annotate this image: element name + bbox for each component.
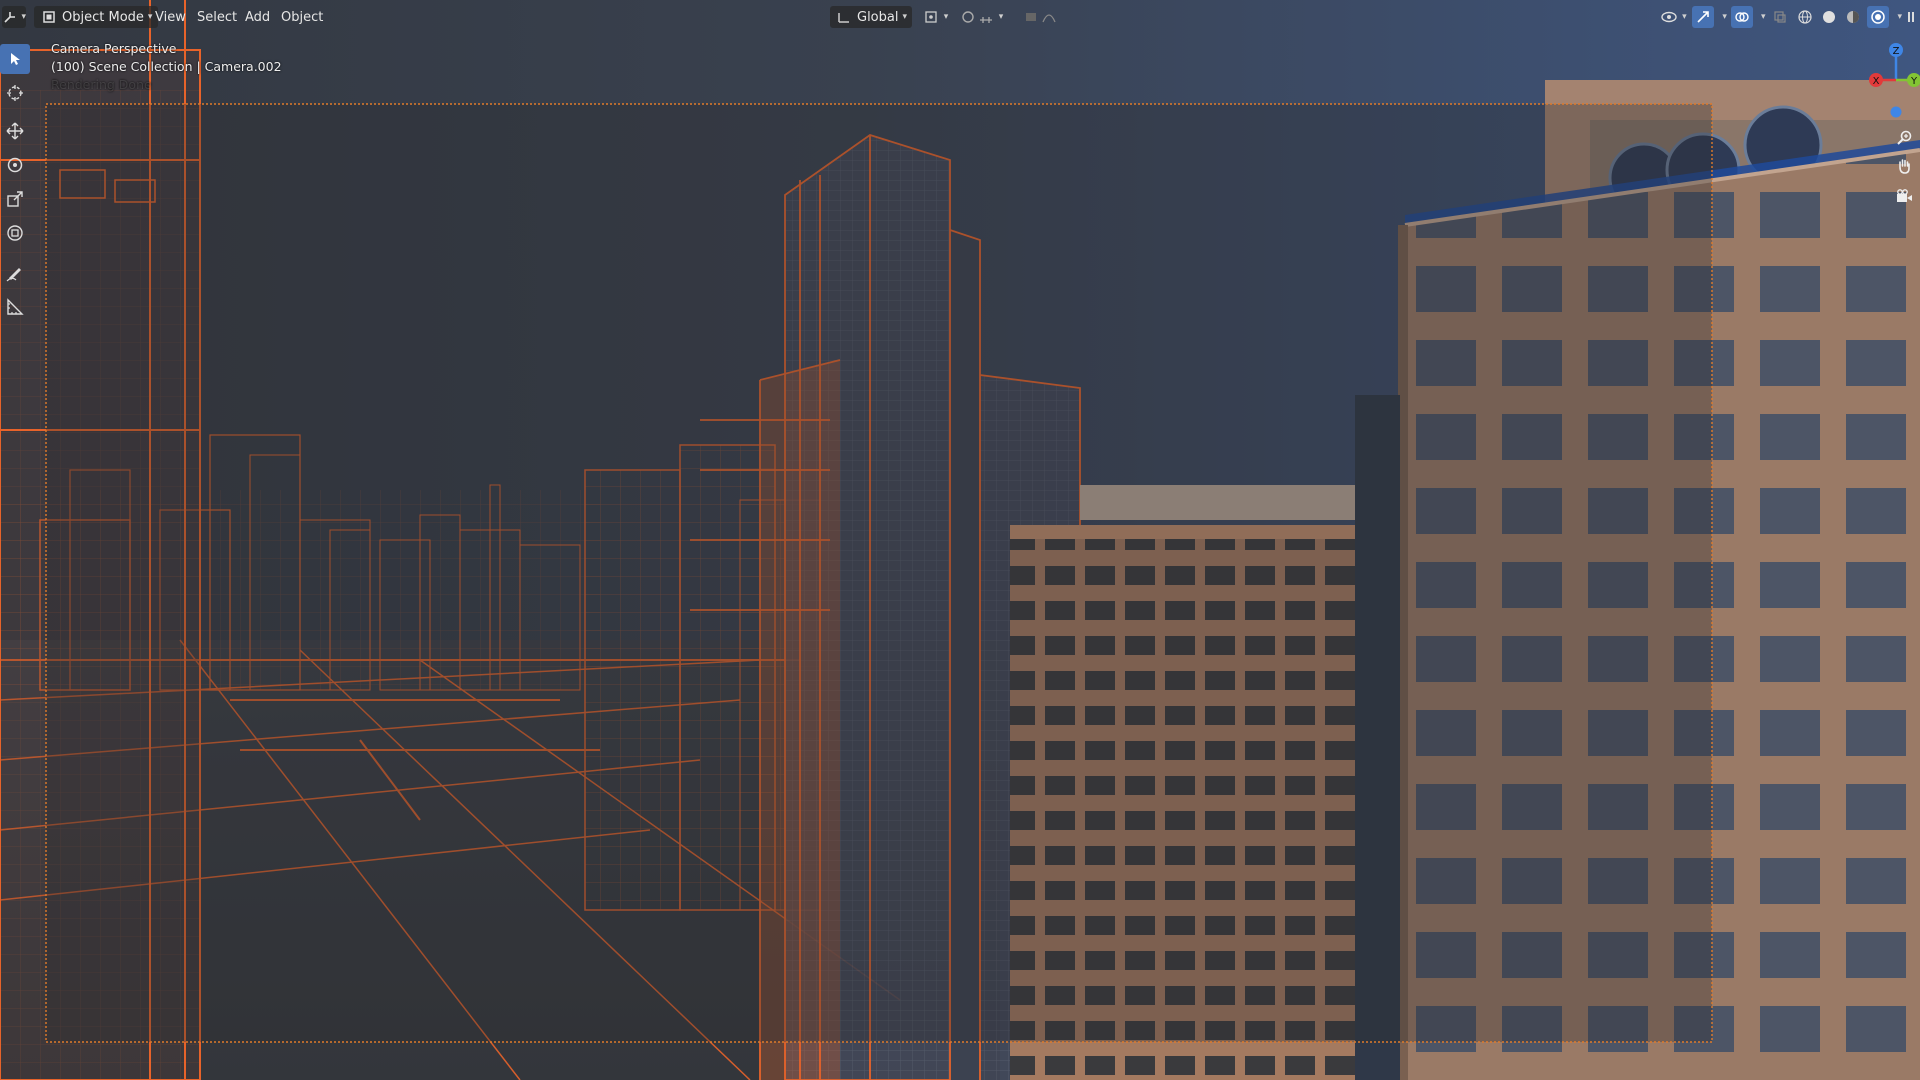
mode-label: Object Mode [62, 9, 144, 25]
tool-shelf [0, 40, 34, 322]
render-status: Rendering Done [51, 77, 152, 92]
viewport-shading-controls: ▾ ▾ ▾ ▾ [1658, 6, 1916, 28]
chevron-down-icon[interactable]: ▾ [1761, 12, 1766, 22]
orientation-axes-icon [835, 8, 853, 26]
chevron-down-icon: ▾ [21, 12, 26, 22]
orientation-label: Global [857, 9, 899, 25]
tool-annotate[interactable] [0, 258, 30, 288]
pause-bars-icon [1906, 8, 1916, 26]
mode-dropdown[interactable]: Object Mode ▾ [34, 6, 159, 28]
gizmo-neg-z-axis[interactable] [1890, 106, 1902, 118]
measure-icon [6, 298, 24, 316]
chevron-down-icon: ▾ [943, 12, 949, 22]
camera-view-button[interactable] [1892, 184, 1916, 208]
camera-frame [45, 103, 1713, 1043]
gizmo-y-label: Y [1910, 76, 1918, 87]
snap-increment-icon [977, 8, 995, 26]
camera-view-icon [1895, 187, 1913, 205]
tool-measure[interactable] [0, 292, 30, 322]
proportional-edit-icon [1022, 8, 1040, 26]
rotate-icon [6, 156, 24, 174]
chevron-down-icon: ▾ [1682, 12, 1687, 22]
zoom-icon [1895, 129, 1913, 147]
chevron-down-icon[interactable]: ▾ [1722, 12, 1727, 22]
move-icon [6, 122, 24, 140]
sidebar-toggle[interactable] [1906, 6, 1916, 28]
xray-toggle-button[interactable] [1769, 6, 1791, 28]
gizmo-arrow-icon [1694, 8, 1712, 26]
shading-material-button[interactable] [1843, 6, 1863, 28]
transform-orientation-dropdown[interactable]: Global ▾ [830, 6, 913, 28]
navigation-gizmo[interactable]: Z Y X [1850, 38, 1920, 218]
pivot-icon [922, 8, 940, 26]
snap-magnet-icon [959, 8, 977, 26]
hand-pan-icon [1895, 157, 1913, 175]
transform-icon [6, 224, 24, 242]
overlays-toggle-button[interactable] [1730, 6, 1753, 28]
shading-rendered-button[interactable] [1867, 6, 1890, 28]
shading-solid-button[interactable] [1819, 6, 1839, 28]
axis-editor-icon [2, 8, 17, 26]
scene-render [0, 0, 1920, 1080]
chevron-down-icon: ▾ [902, 12, 908, 22]
gizmo-toggle-button[interactable] [1692, 6, 1715, 28]
zoom-button[interactable] [1892, 126, 1916, 150]
pan-button[interactable] [1892, 154, 1916, 178]
visibility-button[interactable]: ▾ [1658, 6, 1688, 28]
select-box-icon [6, 50, 24, 68]
collection-camera-label: (100) Scene Collection | Camera.002 [51, 59, 282, 74]
tool-cursor[interactable] [0, 78, 30, 108]
tool-rotate[interactable] [0, 150, 30, 180]
cursor-icon [6, 84, 24, 102]
chevron-down-icon[interactable]: ▾ [1897, 12, 1902, 22]
tool-select-box[interactable] [0, 44, 30, 74]
solid-sphere-icon [1820, 8, 1838, 26]
eye-icon [1660, 8, 1678, 26]
3d-viewport[interactable] [0, 0, 1920, 1080]
object-mode-icon [40, 8, 58, 26]
snap-button[interactable]: ▾ [956, 6, 1006, 28]
menu-object[interactable]: Object [272, 6, 332, 28]
rendered-sphere-icon [1869, 8, 1887, 26]
scale-icon [6, 190, 24, 208]
gizmo-z-label: Z [1893, 46, 1900, 57]
wireframe-sphere-icon [1796, 8, 1814, 26]
viewport-info: Camera Perspective (100) Scene Collectio… [51, 40, 282, 94]
gizmo-x-label: X [1873, 76, 1880, 87]
falloff-curve-icon [1040, 8, 1058, 26]
axis-gizmo[interactable]: Z Y X [1850, 38, 1920, 118]
view-name: Camera Perspective [51, 41, 177, 56]
annotate-icon [6, 264, 24, 282]
material-sphere-icon [1844, 8, 1862, 26]
editor-type-button[interactable]: ▾ [2, 6, 26, 28]
shading-wireframe-button[interactable] [1795, 6, 1815, 28]
overlays-icon [1733, 8, 1751, 26]
viewport-header: ▾ Object Mode ▾ View Select Add Object G… [0, 0, 1920, 34]
tool-scale[interactable] [0, 184, 30, 214]
proportional-editing-button[interactable] [1012, 6, 1068, 28]
xray-icon [1771, 8, 1789, 26]
chevron-down-icon: ▾ [998, 12, 1004, 22]
tool-move[interactable] [0, 116, 30, 146]
pivot-point-button[interactable]: ▾ [918, 6, 952, 28]
tool-transform[interactable] [0, 218, 30, 248]
